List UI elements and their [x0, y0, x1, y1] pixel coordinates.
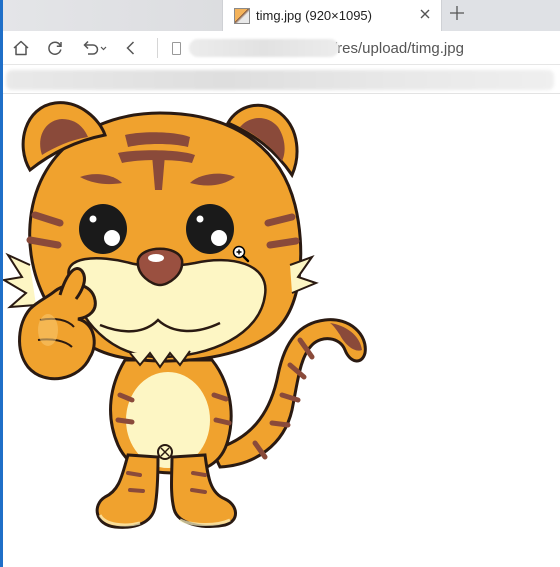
toolbar-separator: [157, 38, 158, 58]
reload-button[interactable]: [44, 37, 66, 59]
home-button[interactable]: [10, 37, 32, 59]
tab-active[interactable]: timg.jpg (920×1095): [222, 0, 442, 31]
image-favicon-icon: [234, 7, 250, 24]
close-icon[interactable]: [417, 7, 433, 23]
undo-button[interactable]: [80, 37, 110, 59]
tab-strip: timg.jpg (920×1095): [0, 0, 560, 31]
url-text[interactable]: /res/upload/timg.jpg: [333, 40, 464, 57]
plus-icon: [450, 6, 464, 20]
bookmarks-bar: [0, 66, 560, 94]
home-icon: [13, 40, 29, 56]
bookmarks-redacted: [6, 70, 554, 90]
browser-window: timg.jpg (920×1095) /res/upload/timg.jpg: [0, 0, 560, 567]
url-redacted: [189, 39, 339, 57]
image-viewport[interactable]: [0, 95, 560, 567]
tab-title: timg.jpg (920×1095): [256, 8, 372, 23]
navigation-bar: /res/upload/timg.jpg: [0, 31, 560, 65]
page-info-icon[interactable]: [172, 41, 181, 55]
back-button[interactable]: [120, 37, 142, 59]
reload-icon: [48, 41, 62, 55]
new-tab-button[interactable]: [446, 4, 468, 26]
address-bar[interactable]: /res/upload/timg.jpg: [168, 35, 560, 61]
back-icon: [126, 41, 135, 55]
tiger-image[interactable]: [0, 95, 560, 567]
window-edge: [0, 0, 3, 567]
undo-icon: [83, 40, 107, 55]
zoom-in-icon: [232, 245, 250, 263]
blurred-tabs: [0, 0, 222, 31]
